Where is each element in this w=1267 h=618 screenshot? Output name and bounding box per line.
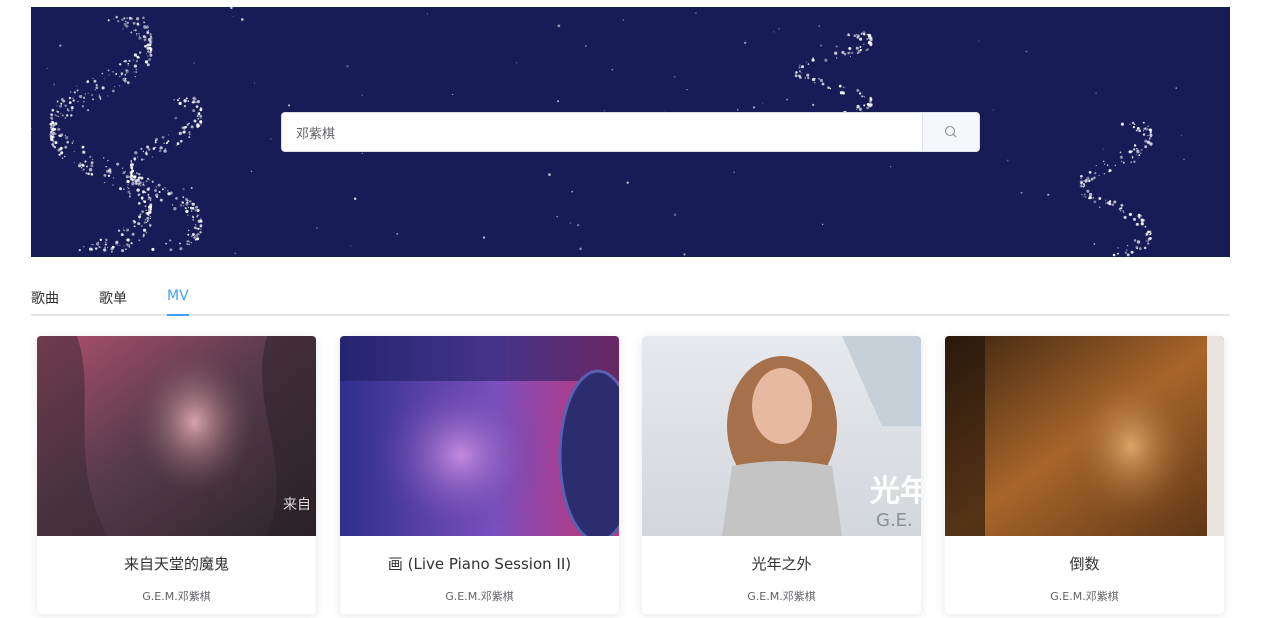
mv-card[interactable]: 画 (Live Piano Session II) G.E.M.邓紫棋 bbox=[340, 336, 619, 614]
mv-thumbnail: 光年 G.E. bbox=[642, 336, 921, 536]
search-button[interactable] bbox=[922, 113, 979, 151]
mv-title[interactable]: 画 (Live Piano Session II) bbox=[340, 553, 619, 574]
search-icon bbox=[944, 125, 957, 138]
result-tabs: 歌曲 歌单 MV bbox=[31, 282, 1230, 316]
tab-songs[interactable]: 歌曲 bbox=[31, 288, 59, 308]
mv-artist[interactable]: G.E.M.邓紫棋 bbox=[37, 588, 316, 604]
mv-title[interactable]: 倒数 bbox=[945, 553, 1224, 574]
mv-artist[interactable]: G.E.M.邓紫棋 bbox=[642, 588, 921, 604]
thumbnail-caption: 光年 bbox=[870, 474, 921, 509]
thumbnail-subcaption: G.E. bbox=[876, 510, 913, 531]
search-bar bbox=[281, 112, 980, 152]
mv-artist[interactable]: G.E.M.邓紫棋 bbox=[340, 588, 619, 604]
thumbnail-caption: 来自 bbox=[283, 497, 311, 513]
mv-card[interactable]: 光年 G.E. 光年之外 G.E.M.邓紫棋 bbox=[642, 336, 921, 614]
search-input[interactable] bbox=[282, 113, 923, 151]
mv-card[interactable]: 来自 来自天堂的魔鬼 G.E.M.邓紫棋 bbox=[37, 336, 316, 614]
mv-title[interactable]: 光年之外 bbox=[642, 553, 921, 574]
mv-thumbnail bbox=[945, 336, 1224, 536]
mv-card[interactable]: 倒数 G.E.M.邓紫棋 bbox=[945, 336, 1224, 614]
mv-thumbnail bbox=[340, 336, 619, 536]
tab-playlists[interactable]: 歌单 bbox=[99, 288, 127, 308]
mv-thumbnail: 来自 bbox=[37, 336, 316, 536]
active-tab-indicator bbox=[167, 314, 189, 316]
mv-title[interactable]: 来自天堂的魔鬼 bbox=[37, 553, 316, 574]
tab-mv[interactable]: MV bbox=[167, 288, 189, 304]
mv-artist[interactable]: G.E.M.邓紫棋 bbox=[945, 588, 1224, 604]
